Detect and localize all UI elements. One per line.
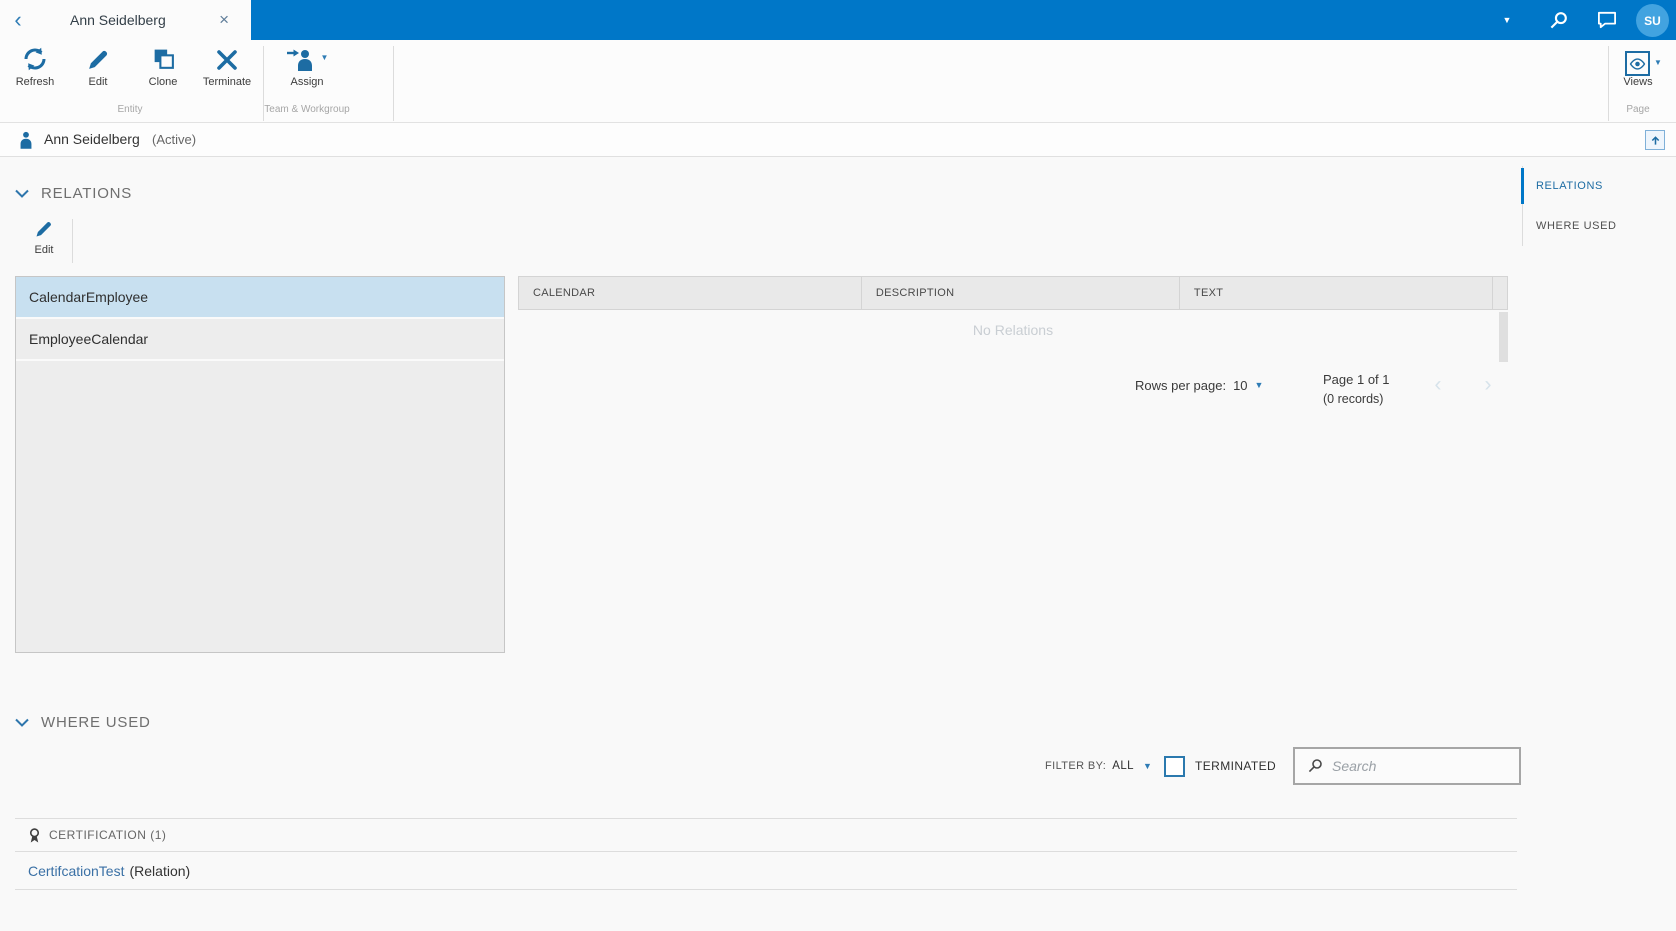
certification-header: CERTIFICATION (1) <box>15 818 1517 852</box>
chevron-right-icon: › <box>1484 373 1492 396</box>
search-icon <box>1307 758 1323 774</box>
list-item-employee-calendar[interactable]: EmployeeCalendar <box>16 319 504 361</box>
tab-close-icon[interactable]: × <box>219 10 229 30</box>
relations-list-panel: CalendarEmployee EmployeeCalendar <box>15 276 505 653</box>
rows-per-page-dropdown[interactable]: Rows per page: 10 ▼ <box>1135 372 1263 398</box>
views-button[interactable] <box>1625 51 1650 76</box>
empty-table-message: No Relations <box>972 322 1054 338</box>
rows-per-page-value: 10 <box>1233 377 1248 393</box>
collapse-panel-button[interactable] <box>1645 130 1665 150</box>
toolbar-divider <box>393 46 394 121</box>
clone-icon <box>151 44 176 72</box>
where-used-title: WHERE USED <box>41 713 151 731</box>
entity-status: (Active) <box>152 132 197 147</box>
chevron-down-icon <box>15 189 29 198</box>
certification-ribbon-icon <box>28 827 41 843</box>
chevron-left-icon: ‹ <box>1434 373 1442 396</box>
header-dropdown-caret-icon[interactable]: ▼ <box>1497 0 1517 40</box>
relations-edit-button[interactable]: Edit <box>26 219 62 256</box>
column-header-description[interactable]: DESCRIPTION <box>862 277 1180 309</box>
list-item-calendar-employee[interactable]: CalendarEmployee <box>16 277 504 319</box>
page-info: Page 1 of 1 (0 records) <box>1323 370 1390 408</box>
tab-ann-seidelberg[interactable]: Ann Seidelberg × <box>36 0 251 40</box>
back-chevron-icon: ‹ <box>14 7 22 32</box>
refresh-label: Refresh <box>15 76 55 88</box>
assign-person-icon: ▼ <box>286 44 329 72</box>
filter-by-dropdown[interactable]: FILTER BY: ALL ▼ <box>1045 747 1152 785</box>
person-icon <box>18 131 34 149</box>
avatar[interactable]: SU <box>1636 4 1669 37</box>
terminated-filter: TERMINATED <box>1164 747 1276 785</box>
edit-label: Edit <box>88 76 108 88</box>
relations-section-header[interactable]: RELATIONS <box>15 182 132 204</box>
relations-table-header: CALENDAR DESCRIPTION TEXT <box>518 276 1508 310</box>
rows-per-page-label: Rows per page: <box>1135 377 1227 393</box>
chat-icon[interactable] <box>1595 0 1619 40</box>
edit-button[interactable]: Edit <box>63 44 133 88</box>
filter-by-caret-icon: ▼ <box>1142 760 1152 771</box>
assign-button[interactable]: ▼ Assign <box>268 44 346 88</box>
next-page-button[interactable]: › <box>1479 372 1497 398</box>
terminated-checkbox[interactable] <box>1164 755 1185 777</box>
views-label: Views <box>1623 76 1653 88</box>
clone-button[interactable]: Clone <box>128 44 198 88</box>
rows-per-page-caret-icon: ▼ <box>1254 379 1264 390</box>
certification-item-link[interactable]: CertifcationTest <box>28 863 124 879</box>
search-icon[interactable] <box>1546 0 1570 40</box>
arrow-up-icon <box>1650 135 1661 146</box>
tab-title: Ann Seidelberg <box>70 12 166 28</box>
edit-pencil-icon <box>86 44 111 72</box>
assign-label: Assign <box>290 76 324 88</box>
entity-header-row: Ann Seidelberg (Active) <box>0 123 1676 157</box>
terminated-label: TERMINATED <box>1195 759 1277 773</box>
page-text: Page 1 of 1 <box>1323 372 1390 387</box>
group-label-entity: Entity <box>117 104 143 115</box>
sidebar-item-where-used[interactable]: WHERE USED <box>1523 206 1676 246</box>
scrollbar-gutter <box>1493 277 1507 309</box>
previous-page-button[interactable]: ‹ <box>1429 372 1447 398</box>
refresh-button[interactable]: Refresh <box>0 44 70 88</box>
relations-title: RELATIONS <box>41 184 133 202</box>
section-nav: RELATIONS WHERE USED <box>1521 166 1676 246</box>
sidebar-item-relations[interactable]: RELATIONS <box>1521 166 1676 206</box>
edit-pencil-icon <box>34 219 54 239</box>
entity-name: Ann Seidelberg <box>44 131 140 147</box>
search-box <box>1293 747 1521 785</box>
views-caret-icon[interactable]: ▼ <box>1654 59 1662 67</box>
terminate-x-icon <box>215 44 239 72</box>
search-input[interactable] <box>1332 758 1492 774</box>
where-used-section-header[interactable]: WHERE USED <box>15 711 151 733</box>
divider <box>72 219 73 263</box>
assign-caret-icon: ▼ <box>320 53 329 62</box>
chevron-down-icon <box>15 718 29 727</box>
terminate-label: Terminate <box>202 76 252 88</box>
column-header-text[interactable]: TEXT <box>1180 277 1493 309</box>
certification-title: CERTIFICATION (1) <box>49 828 167 842</box>
top-bar: ‹ Ann Seidelberg × ▼ SU <box>0 0 1676 40</box>
records-text: (0 records) <box>1323 391 1384 406</box>
group-label-team-workgroup: Team & Workgroup <box>264 104 350 115</box>
relations-edit-label: Edit <box>34 244 54 256</box>
filter-by-label: FILTER BY: <box>1045 760 1107 772</box>
certification-item-row: CertifcationTest (Relation) <box>15 852 1517 890</box>
back-button[interactable]: ‹ <box>0 0 36 40</box>
refresh-icon <box>22 44 48 72</box>
app-header-bar <box>251 0 1676 40</box>
ribbon-toolbar: Refresh Edit Clone Terminate ▼ Assign En… <box>0 40 1676 123</box>
clone-label: Clone <box>148 76 178 88</box>
group-label-page: Page <box>1626 104 1650 115</box>
terminate-button[interactable]: Terminate <box>190 44 264 88</box>
column-header-calendar[interactable]: CALENDAR <box>519 277 862 309</box>
filter-by-value: ALL <box>1112 760 1134 772</box>
certification-section: CERTIFICATION (1) CertifcationTest (Rela… <box>15 818 1517 890</box>
certification-item-suffix: (Relation) <box>129 862 191 879</box>
eye-icon <box>1629 57 1646 70</box>
